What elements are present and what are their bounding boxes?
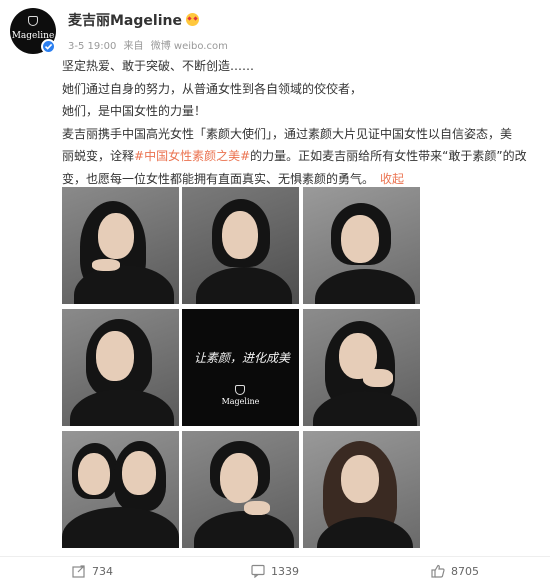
portrait-image[interactable] (303, 309, 420, 426)
action-bar: 734 1339 8705 (0, 556, 550, 586)
share-button[interactable]: 734 (72, 564, 113, 578)
share-count: 734 (92, 565, 113, 578)
post-line: 麦吉丽携手中国高光女性「素颜大使们」，通过素颜大片见证中国女性以自信姿态，美 (62, 126, 513, 141)
like-button[interactable]: 8705 (431, 564, 479, 578)
angry-face-emoji-icon (185, 13, 199, 26)
verified-badge-icon (41, 39, 56, 54)
image-grid: 让素颜，进化成美 Mageline (62, 187, 420, 549)
comment-icon (251, 564, 265, 579)
author-name[interactable]: 麦吉丽Mageline (68, 13, 182, 29)
brand-slogan-image[interactable]: 让素颜，进化成美 Mageline (182, 309, 299, 426)
post-line: 她们，是中国女性的力量！ (62, 104, 207, 118)
post-line-part: 丽蜕变，诠释 (62, 149, 135, 163)
post-meta: 3-5 19:00 来自 微博 weibo.com (68, 37, 232, 52)
portrait-image[interactable] (62, 309, 179, 426)
collapse-link[interactable]: 收起 (380, 172, 404, 186)
share-icon (72, 565, 85, 578)
author-row: 麦吉丽Mageline (68, 10, 199, 29)
portrait-image[interactable] (303, 187, 420, 304)
post-text: 坚定热爱、敢于突破、不断创造…… 她们通过自身的努力，从普通女性到各自领域的佼佼… (62, 55, 532, 190)
post-source[interactable]: 微博 weibo.com (151, 41, 228, 52)
post-line-part: 的力量。正如麦吉丽给所有女性带来“敢于素颜”的改 (250, 149, 527, 163)
comment-button[interactable]: 1339 (251, 564, 299, 579)
source-prefix: 来自 (123, 41, 144, 52)
thumbs-up-icon (431, 564, 445, 578)
portrait-image[interactable] (182, 187, 299, 304)
post-time[interactable]: 3-5 19:00 (68, 41, 116, 52)
like-count: 8705 (451, 565, 479, 578)
post-line: 丽蜕变，诠释#中国女性素颜之美#的力量。正如麦吉丽给所有女性带来“敢于素颜”的改 (62, 145, 532, 168)
crest-icon (235, 385, 245, 395)
portrait-image[interactable] (62, 187, 179, 304)
portrait-image[interactable] (62, 431, 179, 548)
slogan-text: 让素颜，进化成美 (193, 351, 290, 365)
portrait-image[interactable] (303, 431, 420, 548)
portrait-image[interactable] (182, 431, 299, 548)
post-line-part: 变，也愿每一位女性都能拥有直面真实、无惧素颜的勇气。 (62, 171, 375, 186)
hashtag-link[interactable]: #中国女性素颜之美# (134, 149, 250, 163)
post-line: 她们通过自身的努力，从普通女性到各自领域的佼佼者， (62, 81, 363, 96)
comment-count: 1339 (271, 565, 299, 578)
crest-icon (28, 16, 38, 26)
brand-logo-text: Mageline (221, 397, 260, 406)
post-line: 坚定热爱、敢于突破、不断创造…… (62, 59, 255, 73)
post-header: Mageline 麦吉丽Mageline 3-5 19:00 来自 微博 wei… (10, 8, 540, 56)
